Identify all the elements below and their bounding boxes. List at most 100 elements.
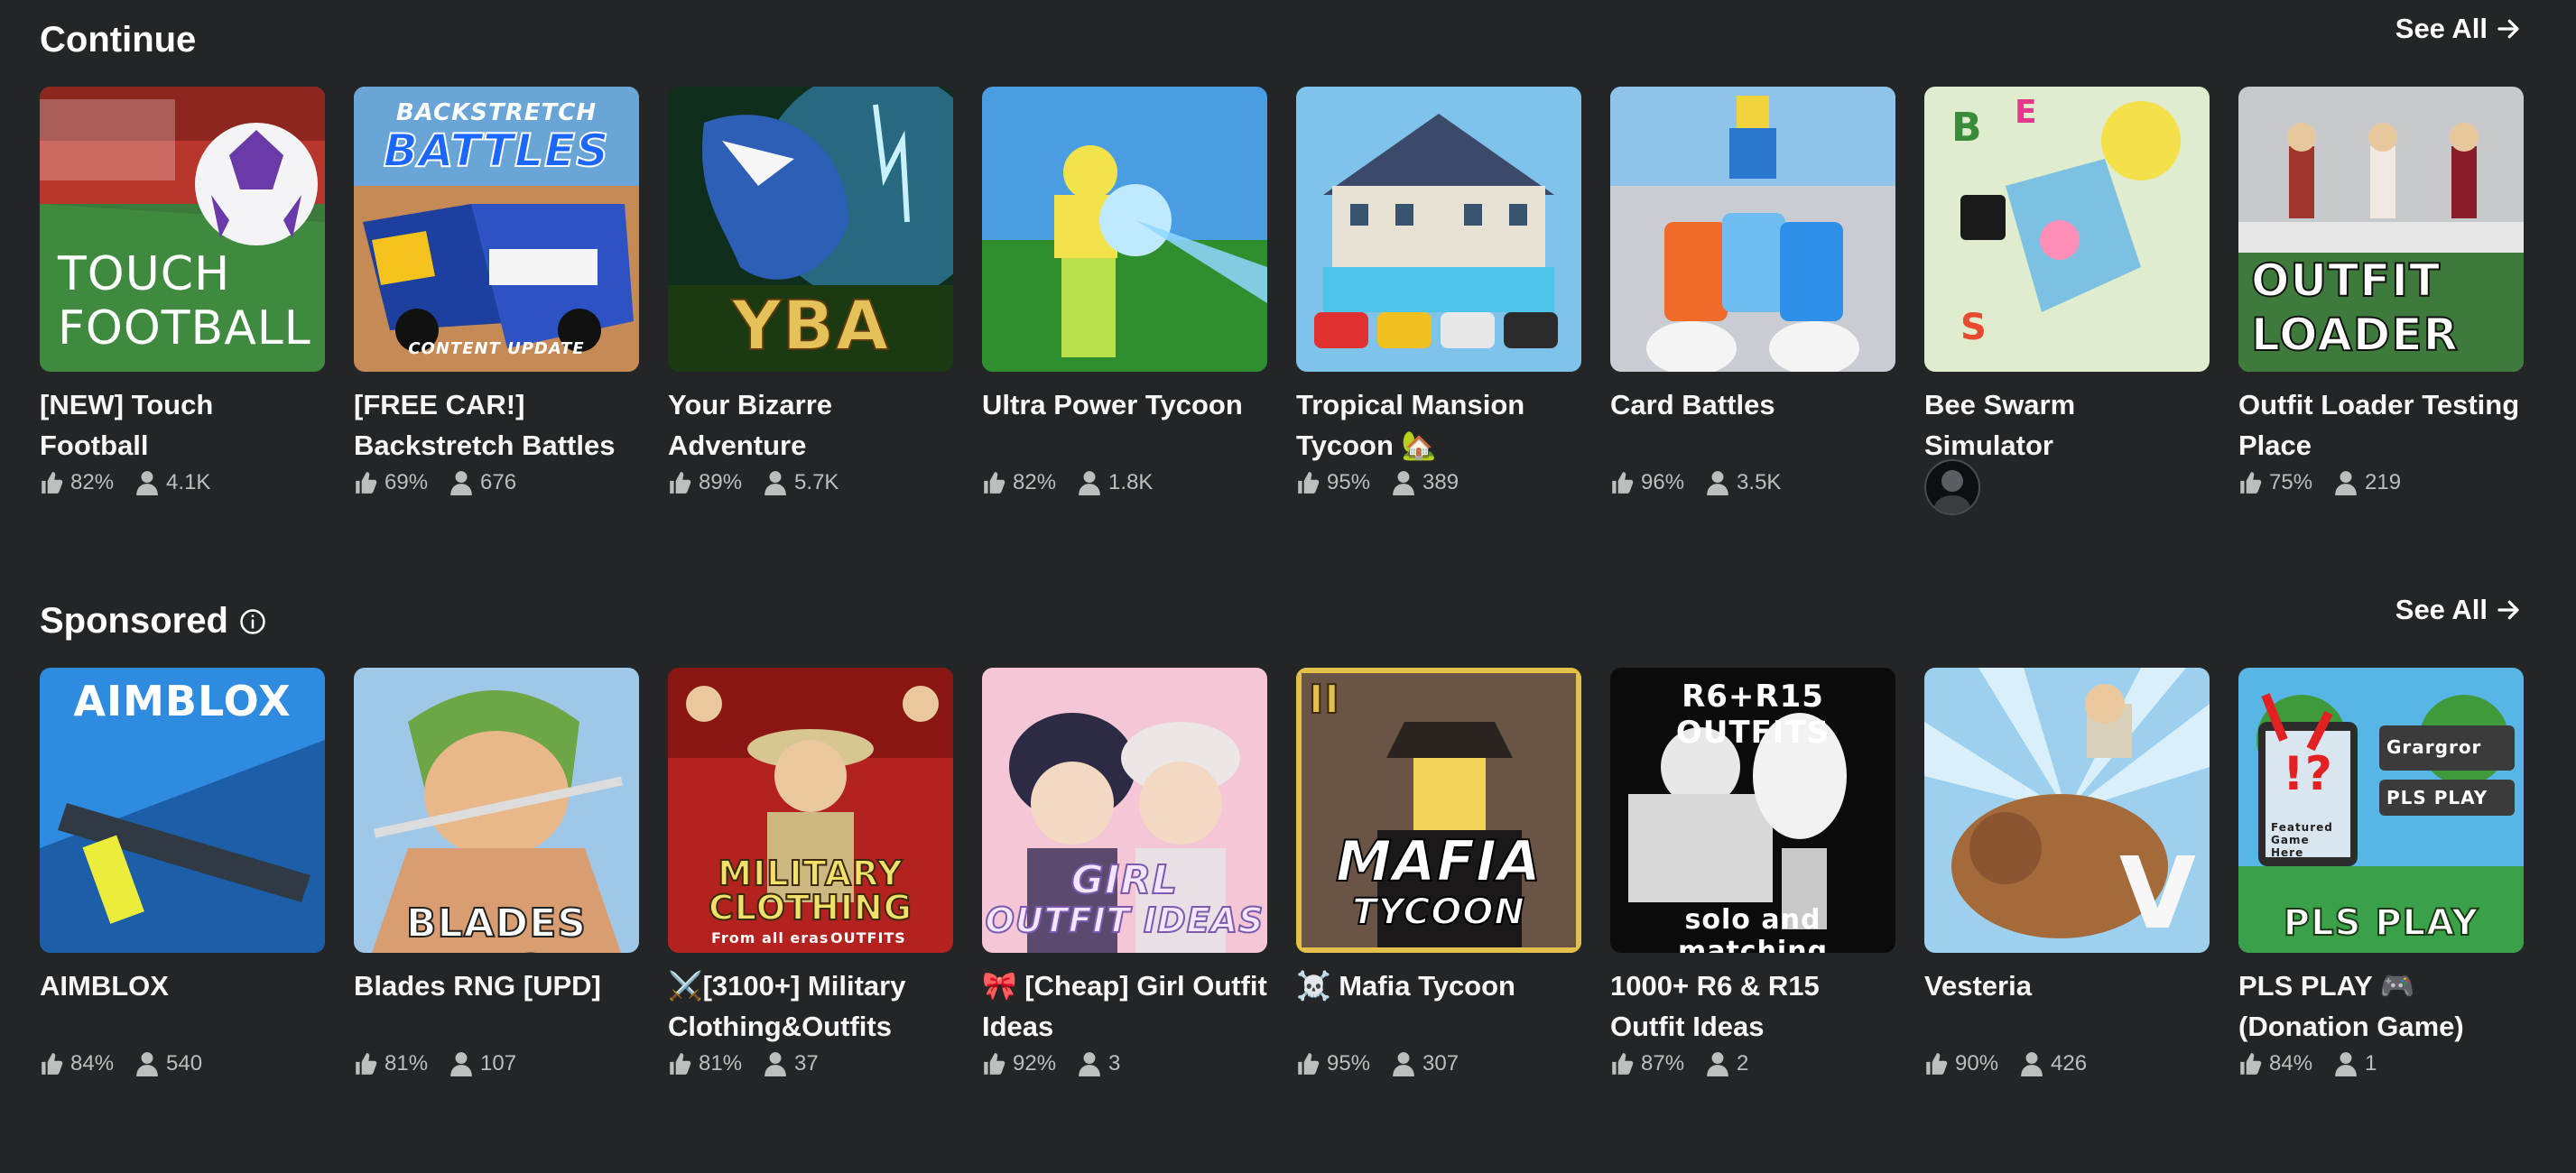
continue-title: Continue xyxy=(40,20,196,60)
thumbs-up-icon xyxy=(984,1053,1005,1075)
thumbs-up-icon xyxy=(1298,1053,1320,1075)
rating-stat: 84% xyxy=(40,1051,114,1076)
thumbs-up-icon xyxy=(670,472,691,494)
sponsored-see-all-button[interactable]: See All xyxy=(2395,594,2522,626)
thumb-title: MAFIA xyxy=(1335,827,1543,895)
svg-text:S: S xyxy=(1960,307,1987,348)
svg-text:B: B xyxy=(1951,105,1982,151)
rating-stat: 75% xyxy=(2238,470,2312,495)
game-tile[interactable]: Tropical Mansion Tycoon 🏡 95% 389 xyxy=(1296,87,1581,495)
game-stats: 84% 1 xyxy=(2238,1051,2389,1076)
game-thumbnail[interactable] xyxy=(1296,87,1581,372)
game-name[interactable]: PLS PLAY 🎮 (Donation Game) xyxy=(2238,965,2524,1047)
continue-see-all-button[interactable]: See All xyxy=(2395,13,2522,45)
game-tile[interactable]: Card Battles 96% 3.5K xyxy=(1610,87,1895,495)
game-name[interactable]: Outfit Loader Testing Place xyxy=(2238,384,2524,466)
rating-value: 69% xyxy=(385,470,429,494)
game-thumbnail[interactable] xyxy=(982,87,1267,372)
game-thumbnail[interactable]: R6+R15 OUTFITS solo and matching xyxy=(1610,668,1895,953)
game-name[interactable]: [FREE CAR!] Backstretch Battles xyxy=(354,384,639,466)
arrow-right-icon xyxy=(2497,19,2519,39)
rating-stat: 89% xyxy=(668,470,742,495)
person-icon xyxy=(2021,1052,2043,1076)
person-icon xyxy=(1393,471,1414,495)
person-icon xyxy=(2335,471,2357,495)
thumb-title: BACKSTRETCH xyxy=(395,99,598,126)
rating-value: 75% xyxy=(2269,470,2313,494)
game-name[interactable]: 🎀 [Cheap] Girl Outfit Ideas xyxy=(982,965,1267,1047)
game-name[interactable]: Your Bizarre Adventure xyxy=(668,384,953,466)
thumb-subtitle: TYCOON xyxy=(1351,891,1525,934)
game-tile[interactable]: BACKSTRETCH BATTLES CONTENT UPDATE [FREE… xyxy=(354,87,639,495)
game-tile[interactable]: MILITARY CLOTHING From all eras OUTFITS … xyxy=(668,668,953,1076)
game-thumbnail[interactable]: AIMBLOX xyxy=(40,668,325,953)
game-tile[interactable]: V Vesteria 90% 426 xyxy=(1924,668,2210,1076)
rating-value: 81% xyxy=(385,1051,429,1076)
game-thumbnail[interactable]: BLADES RNG xyxy=(354,668,639,953)
rating-stat: 92% xyxy=(982,1051,1056,1076)
players-stat: 1 xyxy=(2334,1051,2377,1076)
game-tile[interactable]: Ultra Power Tycoon 82% 1.8K xyxy=(982,87,1267,495)
players-stat: 3.5K xyxy=(1706,470,1781,495)
thumb-title: YBA xyxy=(731,284,890,366)
players-stat: 2 xyxy=(1706,1051,1748,1076)
game-name[interactable]: Bee Swarm Simulator xyxy=(1924,384,2210,466)
game-tile[interactable]: AIMBLOX AIMBLOX 84% 540 xyxy=(40,668,325,1076)
game-name[interactable]: Blades RNG [UPD] xyxy=(354,965,639,1006)
game-tile[interactable]: OUTFIT LOADER Outfit Loader Testing Plac… xyxy=(2238,87,2524,495)
game-thumbnail[interactable]: OUTFIT LOADER xyxy=(2238,87,2524,372)
thumb-title: R6+R15 OUTFITS xyxy=(1675,679,1830,751)
rating-stat: 82% xyxy=(982,470,1056,495)
thumb-caption-right: OUTFITS xyxy=(830,929,906,947)
game-thumbnail[interactable]: II MAFIA TYCOON xyxy=(1296,668,1581,953)
game-tile[interactable]: TOUCH FOOTBALL [NEW] Touch Football 82% … xyxy=(40,87,325,495)
game-tile[interactable]: BLADES RNG Blades RNG [UPD] 81% 107 xyxy=(354,668,639,1076)
person-icon xyxy=(764,471,786,495)
game-name[interactable]: Tropical Mansion Tycoon 🏡 xyxy=(1296,384,1581,466)
game-thumbnail[interactable]: TOUCH FOOTBALL xyxy=(40,87,325,372)
game-thumbnail[interactable]: BACKSTRETCH BATTLES CONTENT UPDATE xyxy=(354,87,639,372)
game-thumbnail[interactable]: GIRL OUTFIT IDEAS xyxy=(982,668,1267,953)
game-stats: 95% 307 xyxy=(1296,1051,1471,1076)
game-name[interactable]: 1000+ R6 & R15 Outfit Ideas xyxy=(1610,965,1895,1047)
thumb-title: PLS PLAY xyxy=(2283,901,2479,945)
game-tile[interactable]: R6+R15 OUTFITS solo and matching 1000+ R… xyxy=(1610,668,1895,1076)
game-name[interactable]: Ultra Power Tycoon xyxy=(982,384,1267,425)
players-value: 540 xyxy=(166,1051,203,1076)
game-stats: 89% 5.7K xyxy=(668,470,851,495)
game-tile[interactable]: B E S Bee Swarm Simulator xyxy=(1924,87,2210,515)
players-stat: 107 xyxy=(449,1051,516,1076)
game-tile[interactable]: II MAFIA TYCOON ☠️ Mafia Tycoon 95% 307 xyxy=(1296,668,1581,1076)
person-icon xyxy=(1707,1052,1728,1076)
thumb-subtitle: CLOTHING xyxy=(708,887,913,928)
rating-stat: 69% xyxy=(354,470,428,495)
see-all-label: See All xyxy=(2395,594,2488,625)
game-stats: 82% 1.8K xyxy=(982,470,1165,495)
thumbs-up-icon xyxy=(984,472,1005,494)
game-thumbnail[interactable]: V xyxy=(1924,668,2210,953)
game-thumbnail[interactable] xyxy=(1610,87,1895,372)
game-tile[interactable]: YBA Your Bizarre Adventure 89% 5.7K xyxy=(668,87,953,495)
game-name[interactable]: Vesteria xyxy=(1924,965,2210,1006)
players-stat: 4.1K xyxy=(135,470,210,495)
game-name[interactable]: ⚔️[3100+] Military Clothing&Outfits xyxy=(668,965,953,1047)
thumbs-up-icon xyxy=(356,1053,377,1075)
game-stats: 82% 4.1K xyxy=(40,470,223,495)
players-value: 3.5K xyxy=(1737,470,1782,494)
game-tile[interactable]: !? Grargror PLS PLAY Featured Game Here … xyxy=(2238,668,2524,1076)
game-name[interactable]: AIMBLOX xyxy=(40,965,325,1006)
game-name[interactable]: Card Battles xyxy=(1610,384,1895,425)
rating-value: 84% xyxy=(2269,1051,2313,1076)
game-thumbnail[interactable]: !? Grargror PLS PLAY Featured Game Here … xyxy=(2238,668,2524,953)
rating-stat: 81% xyxy=(354,1051,428,1076)
person-icon xyxy=(1707,471,1728,495)
friend-avatar[interactable] xyxy=(1924,459,1980,515)
game-thumbnail[interactable]: B E S xyxy=(1924,87,2210,372)
game-name[interactable]: ☠️ Mafia Tycoon xyxy=(1296,965,1581,1006)
game-tile[interactable]: GIRL OUTFIT IDEAS 🎀 [Cheap] Girl Outfit … xyxy=(982,668,1267,1076)
game-thumbnail[interactable]: YBA xyxy=(668,87,953,372)
info-icon[interactable] xyxy=(239,608,266,635)
rating-stat: 90% xyxy=(1924,1051,1998,1076)
game-thumbnail[interactable]: MILITARY CLOTHING From all eras OUTFITS xyxy=(668,668,953,953)
game-name[interactable]: [NEW] Touch Football xyxy=(40,384,325,466)
